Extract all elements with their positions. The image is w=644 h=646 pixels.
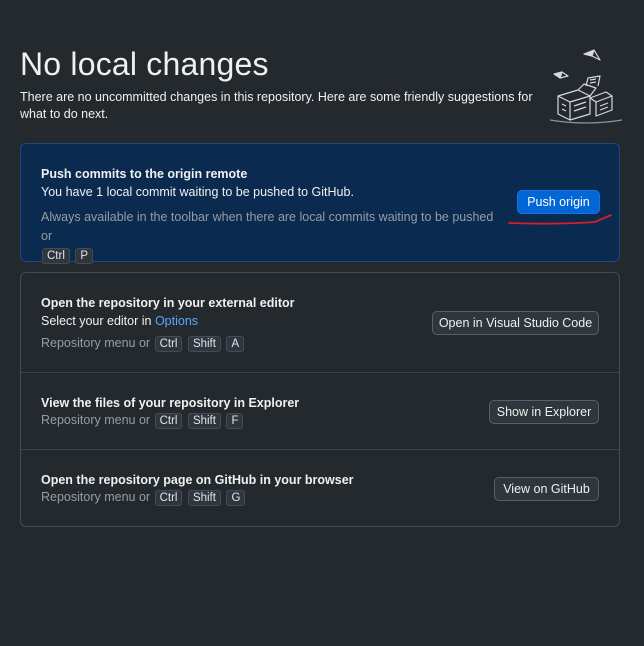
shortcut-key-shift: Shift (187, 413, 221, 429)
suggestion-hint-text: Repository menu or (41, 413, 151, 427)
shortcut-key-shift: Shift (187, 490, 221, 506)
page-subtitle: There are no uncommitted changes in this… (20, 90, 533, 121)
suggestion-title: Open the repository page on GitHub in yo… (41, 473, 354, 487)
suggestion-open-editor: Open the repository in your external edi… (21, 273, 619, 373)
suggestion-hint-text: Repository menu or (41, 490, 151, 504)
push-card-description: You have 1 local commit waiting to be pu… (41, 185, 354, 199)
suggestion-title: View the files of your repository in Exp… (41, 396, 300, 410)
push-card-hint-text: Always available in the toolbar when the… (41, 210, 494, 243)
push-origin-card: Push commits to the origin remote You ha… (20, 143, 620, 265)
suggestion-hint: Repository menu or Ctrl Shift F (41, 413, 244, 429)
shortcut-key-ctrl: Ctrl (42, 248, 70, 264)
shortcut-key-ctrl: Ctrl (154, 413, 183, 429)
suggestion-description: Select your editor in Options (41, 314, 198, 328)
shortcut-key-g: G (226, 490, 246, 506)
view-on-github-button[interactable]: View on GitHub (494, 477, 599, 501)
suggestion-show-in-explorer: View the files of your repository in Exp… (21, 373, 619, 450)
suggestion-hint-text: Repository menu or (41, 336, 151, 350)
push-card-hint: Always available in the toolbar when the… (41, 208, 501, 265)
suggestion-view-on-github: Open the repository page on GitHub in yo… (21, 450, 619, 526)
push-origin-button[interactable]: Push origin (517, 190, 600, 214)
page-title: No local changes (20, 46, 269, 82)
show-in-explorer-button[interactable]: Show in Explorer (489, 400, 599, 424)
options-link[interactable]: Options (155, 314, 198, 328)
push-card-title: Push commits to the origin remote (41, 167, 248, 181)
shortcut-key-ctrl: Ctrl (154, 490, 183, 506)
shortcut-key-f: F (226, 413, 244, 429)
shortcut-key-shift: Shift (187, 336, 221, 352)
shortcut-key-ctrl: Ctrl (154, 336, 183, 352)
suggestion-description-text: Select your editor in (41, 314, 155, 328)
red-underline-annotation (508, 214, 612, 225)
suggestion-hint: Repository menu or Ctrl Shift G (41, 490, 246, 506)
shortcut-key-p: P (75, 248, 94, 264)
suggestion-hint: Repository menu or Ctrl Shift A (41, 336, 245, 352)
open-in-editor-button[interactable]: Open in Visual Studio Code (432, 311, 599, 335)
suggestion-title: Open the repository in your external edi… (41, 296, 295, 310)
shortcut-key-a: A (226, 336, 245, 352)
suggestions-list: Open the repository in your external edi… (20, 272, 620, 527)
empty-desk-illustration-icon (549, 49, 623, 124)
